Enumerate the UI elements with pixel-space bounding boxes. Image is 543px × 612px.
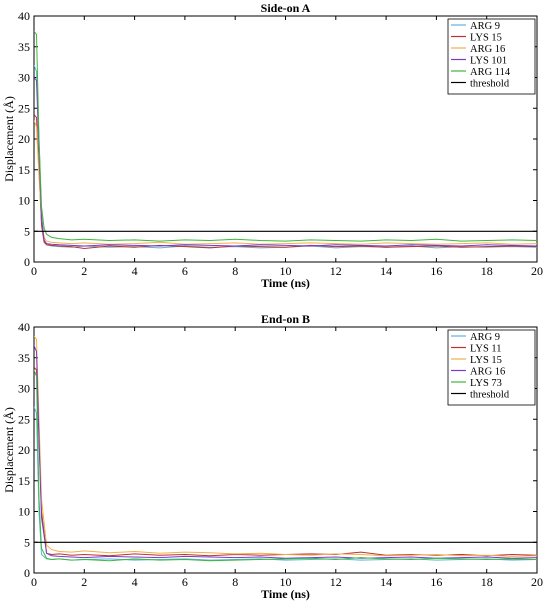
x-tick-label: 18 xyxy=(481,264,493,278)
y-tick-label: 40 xyxy=(18,320,30,334)
legend-label: ARG 16 xyxy=(470,44,505,55)
legend-label: LYS 11 xyxy=(470,344,502,355)
x-tick-label: 2 xyxy=(81,575,87,589)
y-tick-label: 15 xyxy=(18,474,30,488)
x-axis-label: Time (ns) xyxy=(261,276,310,290)
x-tick-label: 16 xyxy=(430,264,442,278)
legend-label: ARG 9 xyxy=(470,332,500,343)
x-tick-label: 6 xyxy=(182,264,188,278)
legend-label: LYS 15 xyxy=(470,33,502,44)
y-tick-label: 15 xyxy=(18,163,30,177)
x-tick-label: 20 xyxy=(531,264,543,278)
legend-label: threshold xyxy=(470,390,510,401)
x-tick-label: 14 xyxy=(380,575,392,589)
y-tick-label: 20 xyxy=(18,443,30,457)
x-tick-label: 18 xyxy=(481,575,493,589)
y-tick-label: 5 xyxy=(24,224,30,238)
legend-label: ARG 16 xyxy=(470,367,505,378)
y-tick-label: 0 xyxy=(24,255,30,269)
x-tick-label: 12 xyxy=(330,575,342,589)
x-tick-label: 20 xyxy=(531,575,543,589)
chart-end-on-b: End-on B0 2 4 6 8 10 12 14 16 18 20051015202530354… xyxy=(2,312,543,601)
y-tick-label: 25 xyxy=(18,101,30,115)
x-axis-label: Time (ns) xyxy=(261,587,310,601)
y-tick-label: 30 xyxy=(18,382,30,396)
y-tick-label: 20 xyxy=(18,132,30,146)
x-tick-label: 8 xyxy=(232,575,238,589)
y-axis-label: Displacement (Å) xyxy=(2,96,16,182)
y-tick-label: 10 xyxy=(18,505,30,519)
x-tick-label: 4 xyxy=(132,575,138,589)
y-tick-label: 35 xyxy=(18,40,30,54)
legend-label: threshold xyxy=(470,79,510,90)
figure: Side-on A0 2 4 6 8 10 12 14 16 18 2005101520253035… xyxy=(2,1,543,601)
x-tick-label: 12 xyxy=(330,264,342,278)
y-tick-label: 40 xyxy=(18,9,30,23)
x-tick-label: 4 xyxy=(132,264,138,278)
x-tick-label: 8 xyxy=(232,264,238,278)
y-tick-label: 30 xyxy=(18,71,30,85)
x-tick-label: 0 xyxy=(31,264,37,278)
y-tick-label: 5 xyxy=(24,535,30,549)
x-tick-label: 16 xyxy=(430,575,442,589)
chart-title: Side-on A xyxy=(261,1,311,15)
y-axis-label: Displacement (Å) xyxy=(2,407,16,493)
chart-side-on-a: Side-on A0 2 4 6 8 10 12 14 16 18 2005101520253035… xyxy=(2,1,543,290)
y-tick-label: 0 xyxy=(24,566,30,580)
y-tick-label: 10 xyxy=(18,194,30,208)
y-tick-label: 35 xyxy=(18,351,30,365)
legend-label: LYS 73 xyxy=(470,378,502,389)
x-tick-label: 2 xyxy=(81,264,87,278)
legend-label: ARG 9 xyxy=(470,21,500,32)
x-tick-label: 6 xyxy=(182,575,188,589)
legend-label: ARG 114 xyxy=(470,67,511,78)
y-tick-label: 25 xyxy=(18,412,30,426)
legend-label: LYS 101 xyxy=(470,56,507,67)
chart-title: End-on B xyxy=(261,312,310,326)
x-tick-label: 0 xyxy=(31,575,37,589)
x-tick-label: 14 xyxy=(380,264,392,278)
legend-label: LYS 15 xyxy=(470,355,502,366)
